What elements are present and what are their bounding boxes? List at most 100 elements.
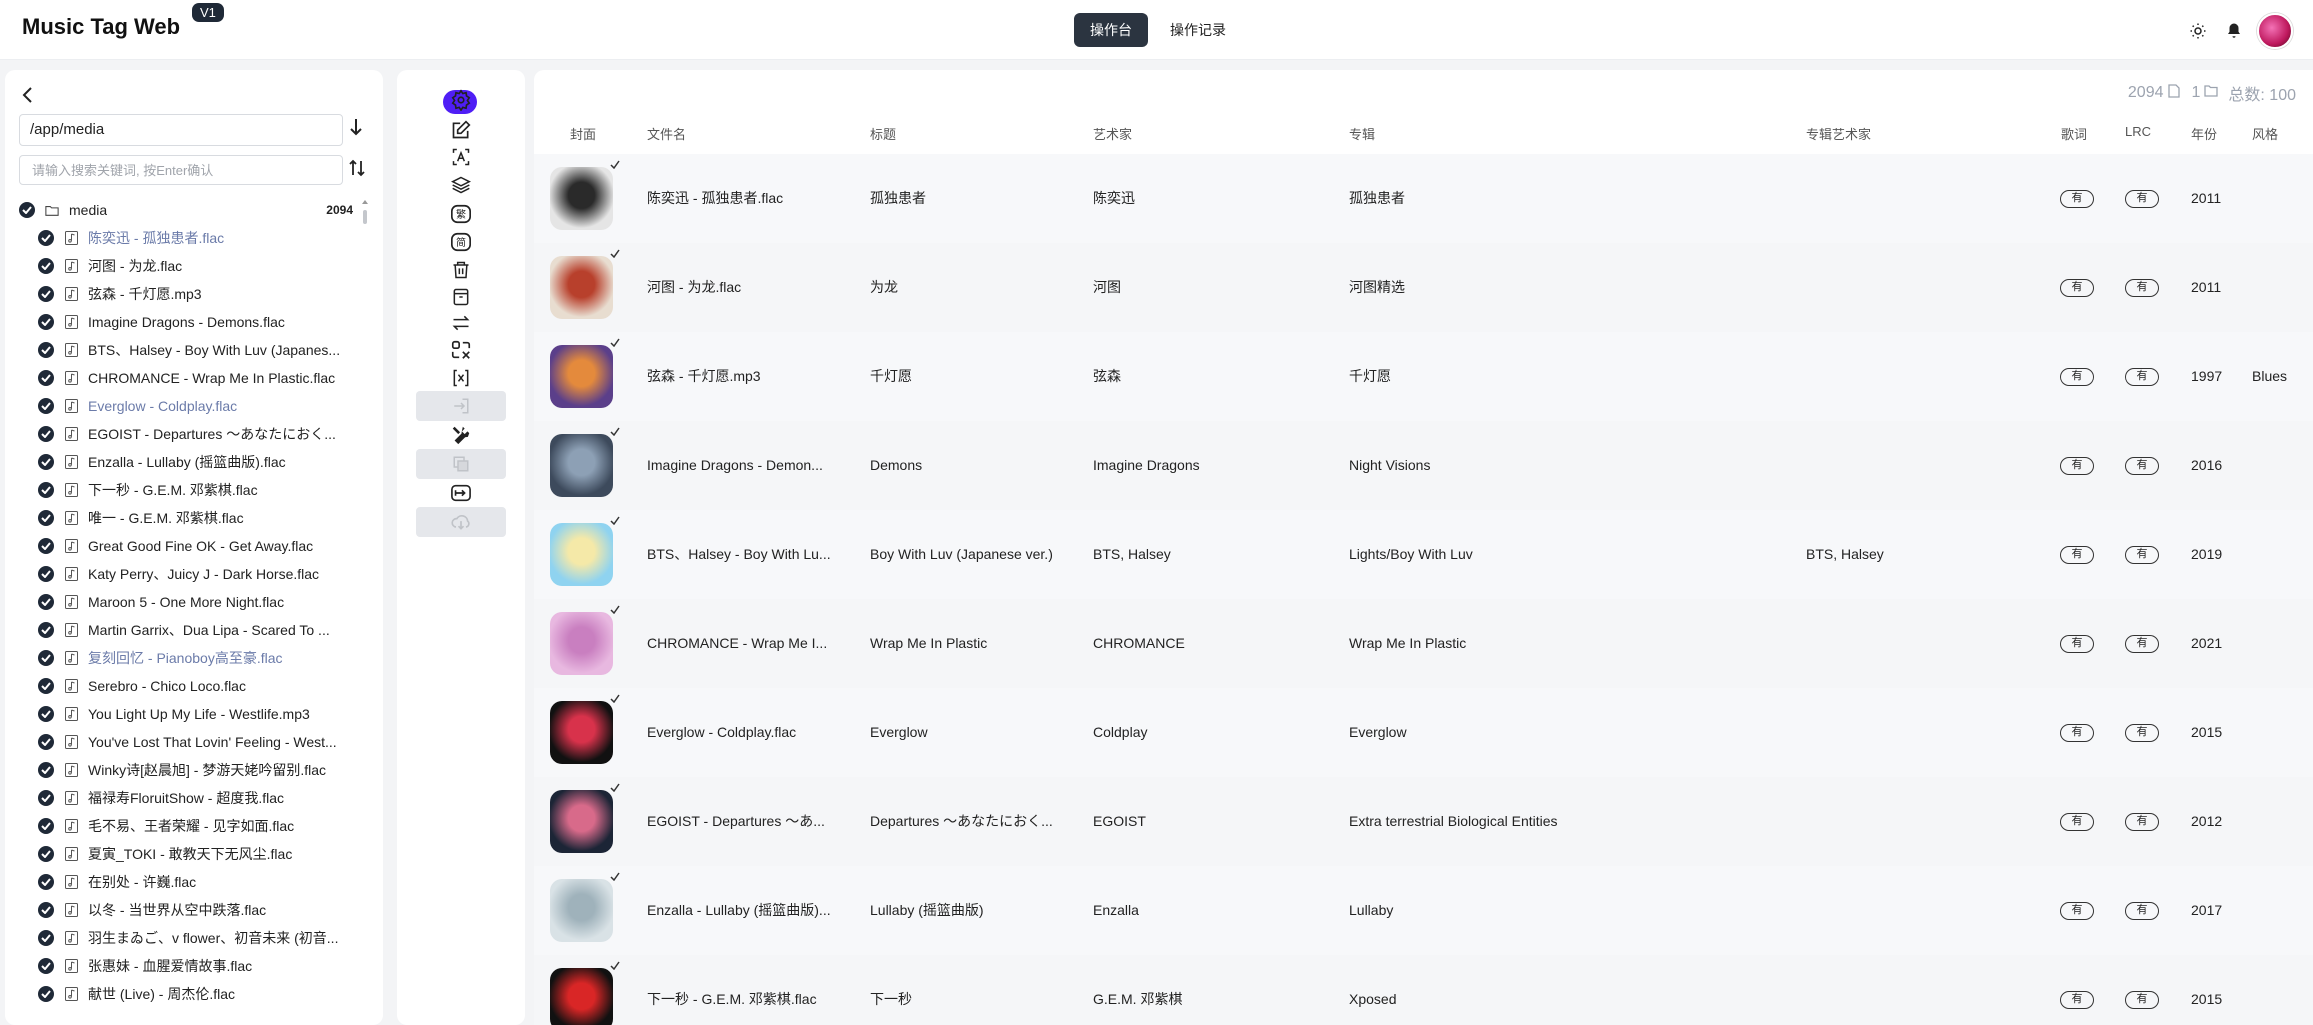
album-cover[interactable] (550, 612, 613, 675)
lyrics-badge[interactable]: 有 (2060, 724, 2094, 742)
text-a-icon[interactable] (447, 143, 475, 171)
back-icon[interactable] (20, 84, 34, 110)
tree-file-item[interactable]: 唯一 - G.E.M. 邓紫棋.flac (19, 504, 359, 532)
match-icon[interactable] (447, 364, 475, 392)
lyrics-badge[interactable]: 有 (2060, 279, 2094, 297)
checkbox[interactable] (38, 790, 54, 806)
lrc-badge[interactable]: 有 (2125, 635, 2159, 653)
lyrics-badge[interactable]: 有 (2060, 190, 2094, 208)
checkbox[interactable] (38, 818, 54, 834)
checkbox[interactable] (38, 762, 54, 778)
sort-icon[interactable] (349, 159, 365, 182)
tree-file-item[interactable]: 福禄寿FloruitShow - 超度我.flac (19, 784, 359, 812)
tree-file-item[interactable]: 张惠妹 - 血腥爱情故事.flac (19, 952, 359, 980)
checkbox[interactable] (38, 734, 54, 750)
table-row[interactable]: Imagine Dragons - Demon... Demons Imagine … (534, 421, 2313, 510)
checkbox[interactable] (38, 538, 54, 554)
lrc-badge[interactable]: 有 (2125, 991, 2159, 1009)
album-cover[interactable] (550, 523, 613, 586)
traditional-chinese-icon[interactable]: 繁 (447, 200, 475, 228)
lyrics-badge[interactable]: 有 (2060, 457, 2094, 475)
tree-file-item[interactable]: 在别处 - 许巍.flac (19, 868, 359, 896)
album-cover[interactable] (550, 968, 613, 1025)
tree-file-item[interactable]: Maroon 5 - One More Night.flac (19, 588, 359, 616)
tree-file-item[interactable]: Great Good Fine OK - Get Away.flac (19, 532, 359, 560)
checkbox[interactable] (38, 230, 54, 246)
album-cover[interactable] (550, 701, 613, 764)
album-cover[interactable] (550, 167, 613, 230)
table-row[interactable]: Everglow - Coldplay.flac Everglow Coldplay… (534, 688, 2313, 777)
lyrics-badge[interactable]: 有 (2060, 991, 2094, 1009)
tree-file-item[interactable]: 陈奕迅 - 孤独患者.flac (19, 224, 359, 252)
theme-toggle-icon[interactable] (2185, 18, 2211, 44)
tools-icon[interactable] (447, 421, 475, 449)
table-row[interactable]: CHROMANCE - Wrap Me I... Wrap Me In Plast… (534, 599, 2313, 688)
album-cover[interactable] (550, 434, 613, 497)
checkbox[interactable] (38, 566, 54, 582)
arrow-down-icon[interactable] (349, 118, 363, 141)
tree-file-item[interactable]: Enzalla - Lullaby (摇篮曲版).flac (19, 448, 359, 476)
table-row[interactable]: 陈奕迅 - 孤独患者.flac 孤独患者 陈奕迅 孤独患者 2011 有 有 (534, 154, 2313, 243)
album-cover[interactable] (550, 345, 613, 408)
search-input[interactable] (19, 155, 343, 185)
tree-file-item[interactable]: 毛不易、王者荣耀 - 见字如面.flac (19, 812, 359, 840)
table-row[interactable]: 河图 - 为龙.flac 为龙 河图 河图精选 2011 有 有 (534, 243, 2313, 332)
lyrics-badge[interactable]: 有 (2060, 368, 2094, 386)
checkbox[interactable] (38, 706, 54, 722)
checkbox[interactable] (38, 426, 54, 442)
tree-file-item[interactable]: Imagine Dragons - Demons.flac (19, 308, 359, 336)
checkbox[interactable] (38, 902, 54, 918)
checkbox[interactable] (38, 986, 54, 1002)
lyrics-badge[interactable]: 有 (2060, 546, 2094, 564)
tree-file-item[interactable]: 夏寅_TOKI - 敢教天下无风尘.flac (19, 840, 359, 868)
tree-file-item[interactable]: You've Lost That Lovin' Feeling - West..… (19, 728, 359, 756)
swap-icon[interactable] (447, 309, 475, 337)
tree-file-item[interactable]: 复刻回忆 - Pianoboy高至豪.flac (19, 644, 359, 672)
checkbox[interactable] (38, 482, 54, 498)
tree-file-item[interactable]: 弦森 - 千灯愿.mp3 (19, 280, 359, 308)
checkbox[interactable] (38, 342, 54, 358)
checkbox[interactable] (38, 650, 54, 666)
trash-icon[interactable] (447, 256, 475, 284)
table-row[interactable]: BTS、Halsey - Boy With Lu... Boy With Luv … (534, 510, 2313, 599)
download-button[interactable] (416, 507, 506, 537)
album-cover[interactable] (550, 879, 613, 942)
avatar[interactable] (2257, 13, 2293, 49)
lyrics-badge[interactable]: 有 (2060, 902, 2094, 920)
checkbox[interactable] (38, 846, 54, 862)
lrc-badge[interactable]: 有 (2125, 724, 2159, 742)
table-row[interactable]: 弦森 - 千灯愿.mp3 千灯愿 弦森 千灯愿 1997 Blues 有 有 (534, 332, 2313, 421)
path-input[interactable]: /app/media (19, 114, 343, 146)
tree-root-folder[interactable]: media 2094 (19, 196, 359, 224)
tree-file-item[interactable]: EGOIST - Departures ～あなたにおく... (19, 420, 359, 448)
simplified-chinese-icon[interactable]: 简 (447, 228, 475, 256)
lrc-badge[interactable]: 有 (2125, 813, 2159, 831)
tree-file-item[interactable]: 羽生まゐご、v flower、初音未来 (初音... (19, 924, 359, 952)
checkbox[interactable] (38, 930, 54, 946)
import-button[interactable] (416, 391, 506, 421)
layers-icon[interactable] (447, 171, 475, 199)
checkbox[interactable] (38, 594, 54, 610)
lyrics-badge[interactable]: 有 (2060, 635, 2094, 653)
tree-file-item[interactable]: Winky诗[赵晨旭] - 梦游天姥吟留别.flac (19, 756, 359, 784)
convert-icon[interactable] (447, 479, 475, 507)
lrc-badge[interactable]: 有 (2125, 902, 2159, 920)
tab-console[interactable]: 操作台 (1074, 13, 1148, 47)
edit-icon[interactable] (447, 116, 475, 144)
bell-icon[interactable] (2221, 18, 2247, 44)
tree-file-item[interactable]: Everglow - Coldplay.flac (19, 392, 359, 420)
archive-icon[interactable] (447, 283, 475, 311)
tree-file-item[interactable]: 河图 - 为龙.flac (19, 252, 359, 280)
table-row[interactable]: EGOIST - Departures ～あ... Departures ～あなた… (534, 777, 2313, 866)
tree-file-item[interactable]: Katy Perry、Juicy J - Dark Horse.flac (19, 560, 359, 588)
checkbox[interactable] (38, 678, 54, 694)
lrc-badge[interactable]: 有 (2125, 279, 2159, 297)
checkbox[interactable] (38, 874, 54, 890)
lrc-badge[interactable]: 有 (2125, 368, 2159, 386)
tree-file-item[interactable]: Serebro - Chico Loco.flac (19, 672, 359, 700)
album-cover[interactable] (550, 790, 613, 853)
checkbox[interactable] (19, 202, 35, 218)
tree-file-item[interactable]: 以冬 - 当世界从空中跌落.flac (19, 896, 359, 924)
checkbox[interactable] (38, 314, 54, 330)
lyrics-badge[interactable]: 有 (2060, 813, 2094, 831)
